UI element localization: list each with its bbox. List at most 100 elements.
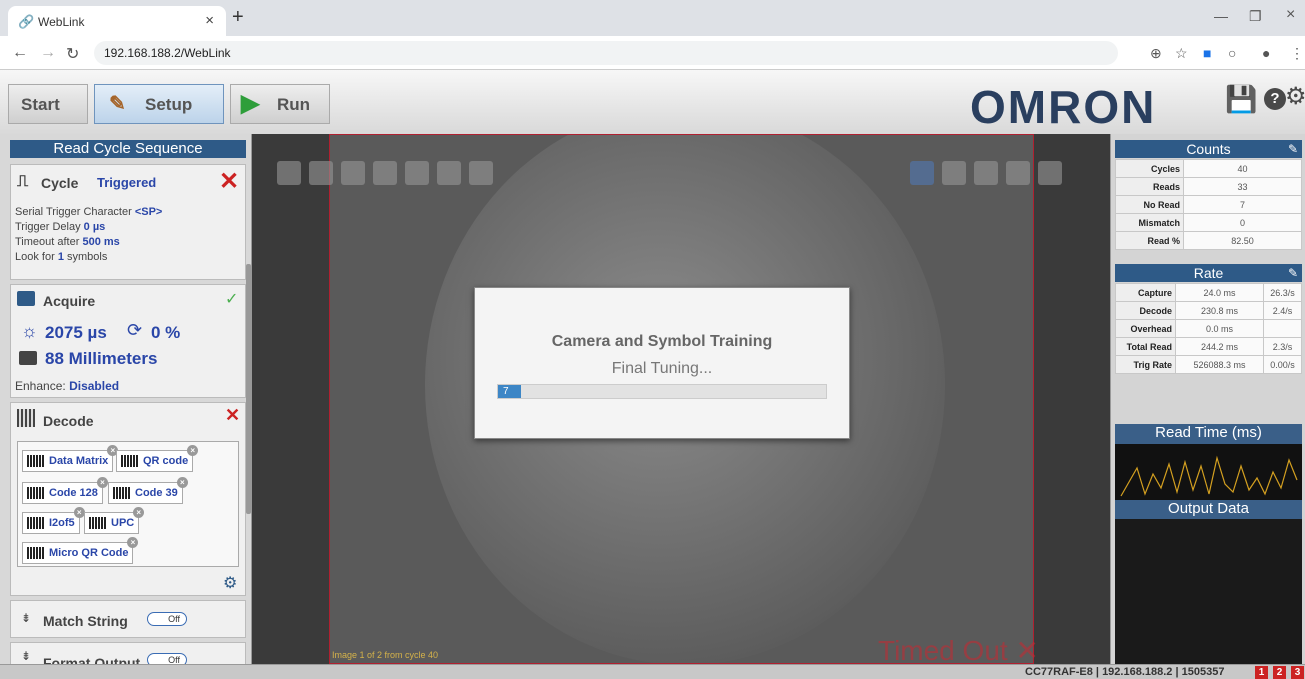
symbology-code-128[interactable]: Code 128 × xyxy=(22,477,108,504)
indicator-2[interactable]: 2 xyxy=(1273,666,1286,679)
grid-icon[interactable] xyxy=(1006,161,1030,185)
address-toolbar: ← → ↻ 192.168.188.2/WebLink ⊕ ☆ ■ ○ ● ⋮ xyxy=(0,36,1305,70)
camera-tool-icon[interactable] xyxy=(405,161,429,185)
run-play-icon: ▶ xyxy=(241,90,260,117)
counts-value: 40 xyxy=(1183,159,1302,178)
fit-view-icon[interactable] xyxy=(910,161,934,185)
rate-row: Overhead 0.0 ms xyxy=(1115,319,1302,338)
exposure-icon: ☼ xyxy=(21,321,38,341)
zoom-in-icon[interactable] xyxy=(942,161,966,185)
counts-value: 7 xyxy=(1183,195,1302,214)
cycle-remove-icon[interactable]: ✕ xyxy=(219,167,239,196)
rate-key: Decode xyxy=(1115,301,1176,320)
filter-tool-icon[interactable] xyxy=(437,161,461,185)
remove-symbology-icon[interactable]: × xyxy=(176,477,188,488)
step-start[interactable]: Start xyxy=(8,84,88,124)
decode-card[interactable]: Decode ✕ Data Matrix × QR code × Code 128 ×… xyxy=(10,402,246,596)
rate-table: Capture 24.0 ms 26.3/s Decode 230.8 ms 2.4/s O… xyxy=(1115,283,1302,374)
match-string-toggle[interactable]: Off xyxy=(147,610,187,628)
step-run[interactable]: ▶ Run xyxy=(230,84,330,124)
roi-tool-icon[interactable] xyxy=(341,161,365,185)
restore-button[interactable]: ❐ xyxy=(1249,8,1262,25)
rate-per-second: 2.3/s xyxy=(1263,337,1302,356)
menu-dots-icon[interactable]: ⋮ xyxy=(1290,45,1304,62)
extension-circle-icon[interactable]: ○ xyxy=(1228,45,1236,61)
step-setup[interactable]: ✎ Setup xyxy=(94,84,224,124)
profile-icon[interactable]: ● xyxy=(1262,45,1270,61)
remove-symbology-icon[interactable]: × xyxy=(187,445,199,456)
rate-title: Rate ✎ xyxy=(1115,264,1302,282)
save-icon[interactable]: 💾 xyxy=(1225,84,1257,115)
decode-settings-gear-icon[interactable]: ⚙ xyxy=(223,573,237,593)
url-field[interactable]: 192.168.188.2/WebLink xyxy=(94,41,1118,65)
exposure-value[interactable]: 2075 µs xyxy=(45,323,107,343)
rate-time: 230.8 ms xyxy=(1175,301,1264,320)
cycle-mode[interactable]: Triggered xyxy=(97,175,156,190)
decode-remove-icon[interactable]: ✕ xyxy=(225,405,240,426)
browser-tab[interactable]: 🔗 WebLink × xyxy=(8,6,226,36)
counts-row: Mismatch 0 xyxy=(1115,213,1302,232)
extension-icon[interactable]: ■ xyxy=(1203,45,1211,61)
format-output-toggle[interactable]: Off xyxy=(147,651,187,664)
forward-icon[interactable]: → xyxy=(40,44,56,62)
new-tab-button[interactable]: + xyxy=(232,6,244,29)
symbology-micro-qr[interactable]: Micro QR Code × xyxy=(22,537,139,564)
indicator-1[interactable]: 1 xyxy=(1255,666,1268,679)
remove-symbology-icon[interactable]: × xyxy=(96,477,108,488)
format-output-label: Format Output xyxy=(43,655,141,664)
bookmark-star-icon[interactable]: ☆ xyxy=(1175,45,1188,62)
step-setup-label: Setup xyxy=(145,95,193,114)
light-tool-icon[interactable] xyxy=(373,161,397,185)
trigger-tool-icon[interactable] xyxy=(309,161,333,185)
left-panel-scrollbar[interactable] xyxy=(246,264,251,514)
rate-row: Decode 230.8 ms 2.4/s xyxy=(1115,301,1302,320)
symbology-data-matrix[interactable]: Data Matrix × xyxy=(22,445,119,472)
reset-counts-icon[interactable]: ✎ xyxy=(1288,140,1298,158)
cycle-card[interactable]: ⎍ Cycle Triggered ✕ Serial Trigger Chara… xyxy=(10,164,246,280)
reload-icon[interactable]: ↻ xyxy=(66,44,79,64)
focus-icon xyxy=(19,351,37,365)
counts-row: No Read 7 xyxy=(1115,195,1302,214)
cycle-label: Cycle xyxy=(41,175,79,191)
acquire-card[interactable]: Acquire ✓ ☼ 2075 µs ⟳ 0 % 88 Millimeters… xyxy=(10,284,246,398)
step-start-label: Start xyxy=(21,95,60,114)
symbology-i2of5[interactable]: I2of5 × xyxy=(22,507,85,534)
symbology-code-39[interactable]: Code 39 × xyxy=(108,477,188,504)
zoom-icon[interactable]: ⊕ xyxy=(1150,45,1162,62)
minimize-button[interactable]: — xyxy=(1214,8,1228,24)
graph-tool-icon[interactable] xyxy=(469,161,493,185)
rate-time: 244.2 ms xyxy=(1175,337,1264,356)
counts-key: Cycles xyxy=(1115,159,1184,178)
output-data-log[interactable] xyxy=(1115,519,1302,664)
image-toolbar-icon[interactable] xyxy=(277,161,301,185)
symbols-line: Look for 1 symbols xyxy=(15,251,108,263)
reset-rate-icon[interactable]: ✎ xyxy=(1288,264,1298,282)
symbology-qr-code[interactable]: QR code × xyxy=(116,445,199,472)
close-tab-icon[interactable]: × xyxy=(205,12,214,29)
counts-key: No Read xyxy=(1115,195,1184,214)
rate-per-second: 0.00/s xyxy=(1263,355,1302,374)
zoom-out-icon[interactable] xyxy=(974,161,998,185)
back-icon[interactable]: ← xyxy=(12,44,28,62)
counts-key: Read % xyxy=(1115,231,1184,250)
read-time-title: Read Time (ms) xyxy=(1115,424,1302,444)
remove-symbology-icon[interactable]: × xyxy=(133,507,145,518)
rate-row: Capture 24.0 ms 26.3/s xyxy=(1115,283,1302,302)
timeout-line: Timeout after 500 ms xyxy=(15,236,120,248)
match-string-card[interactable]: ⇟ Match String Off xyxy=(10,600,246,638)
gain-value[interactable]: 0 % xyxy=(151,323,180,343)
save-image-icon[interactable] xyxy=(1038,161,1062,185)
format-output-card[interactable]: ⇟ Format Output Off xyxy=(10,642,246,664)
remove-symbology-icon[interactable]: × xyxy=(127,537,139,548)
settings-gear-icon[interactable]: ⚙ xyxy=(1285,82,1305,111)
help-icon[interactable]: ? xyxy=(1264,88,1286,110)
training-title: Camera and Symbol Training xyxy=(551,333,773,350)
match-string-label: Match String xyxy=(43,613,128,629)
acquire-label: Acquire xyxy=(43,293,96,309)
symbology-upc[interactable]: UPC × xyxy=(84,507,145,534)
format-output-icon: ⇟ xyxy=(21,649,32,663)
gain-icon: ⟳ xyxy=(127,320,143,340)
indicator-3[interactable]: 3 xyxy=(1291,666,1304,679)
distance-value[interactable]: 88 Millimeters xyxy=(45,349,157,369)
close-window-button[interactable]: × xyxy=(1286,6,1295,24)
